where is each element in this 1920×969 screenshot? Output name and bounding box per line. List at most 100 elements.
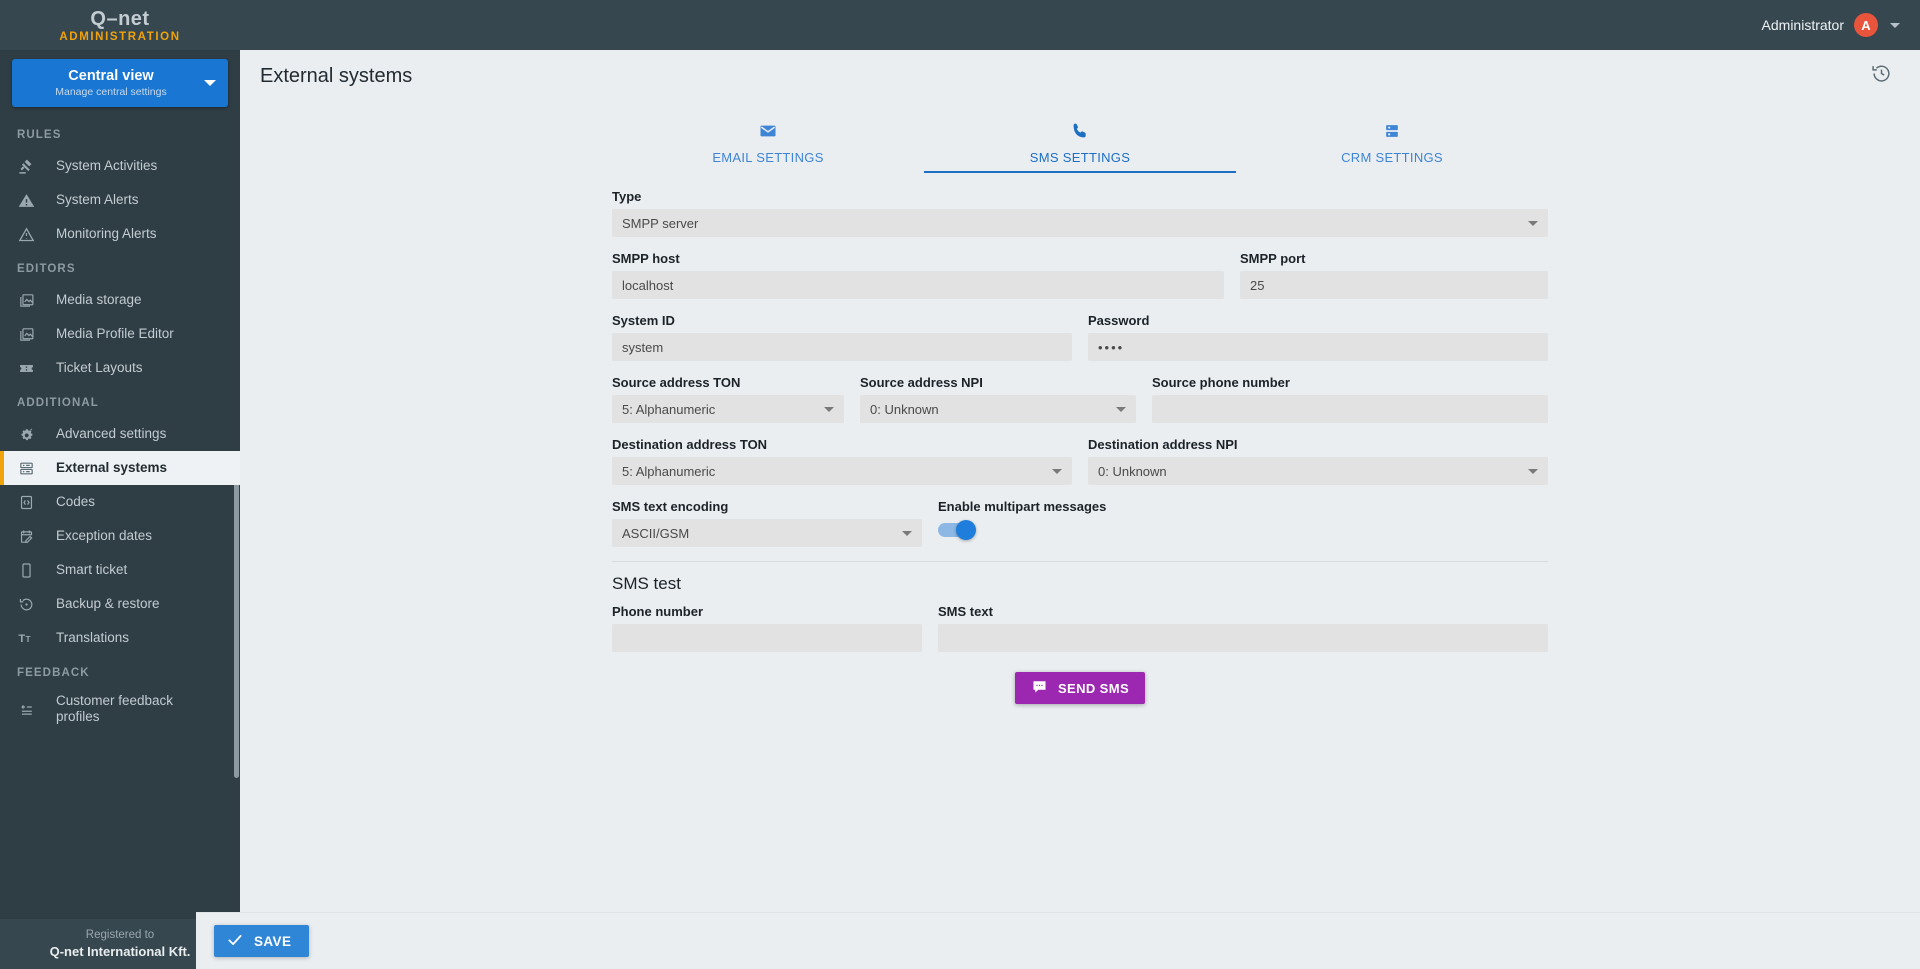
smpp-port-value: 25: [1250, 277, 1265, 293]
central-view-selector[interactable]: Central view Manage central settings: [12, 59, 228, 107]
sidebar-item-system-activities[interactable]: System Activities: [0, 149, 240, 183]
warning-triangle-icon: [18, 192, 50, 209]
phone-number-label: Phone number: [612, 604, 704, 619]
svg-text:T: T: [26, 635, 31, 644]
sidebar-item-codes[interactable]: Codes: [0, 485, 240, 519]
footer-bar: SAVE: [196, 912, 1920, 969]
sidebar-item-translations[interactable]: TT Translations: [0, 621, 240, 655]
main-area: Administrator A External systems EMAIL S…: [240, 0, 1920, 969]
password-value: ••••: [1098, 339, 1125, 355]
page-header: External systems: [240, 50, 1920, 102]
sidebar-item-media-profile-editor[interactable]: Media Profile Editor: [0, 317, 240, 351]
server-rack-icon: [1382, 120, 1402, 142]
password-input[interactable]: ••••: [1088, 333, 1548, 361]
sms-text-label: SMS text: [938, 604, 993, 619]
multipart-label: Enable multipart messages: [938, 499, 1107, 514]
sidebar-item-media-storage[interactable]: Media storage: [0, 283, 240, 317]
sidebar-item-backup-restore[interactable]: Backup & restore: [0, 587, 240, 621]
sidebar-item-label: Exception dates: [56, 528, 153, 543]
topbar: Administrator A: [240, 0, 1920, 50]
phone-icon: [1070, 120, 1090, 142]
sidebar-item-advanced-settings[interactable]: Advanced settings: [0, 417, 240, 451]
source-address-npi-select[interactable]: 0: Unknown: [860, 395, 1136, 423]
system-id-input[interactable]: system: [612, 333, 1072, 361]
destination-address-npi-select[interactable]: 0: Unknown: [1088, 457, 1548, 485]
smpp-host-value: localhost: [622, 277, 674, 293]
tab-label: EMAIL SETTINGS: [712, 150, 824, 165]
password-label: Password: [1088, 313, 1150, 328]
dest-npi-value: 0: Unknown: [1098, 463, 1167, 479]
tab-crm-settings[interactable]: CRM SETTINGS: [1236, 108, 1548, 173]
user-name: Administrator: [1761, 17, 1844, 33]
brand-header: Q–net ADMINISTRATION: [0, 0, 240, 50]
mobile-phone-icon: [18, 562, 50, 579]
sms-settings-form: Type SMPP server SMPP host localhost SMP…: [612, 189, 1548, 704]
save-label: SAVE: [254, 933, 292, 949]
gavel-icon: [18, 158, 50, 175]
sidebar-item-label: Backup & restore: [56, 596, 160, 611]
content-area: EMAIL SETTINGS SMS SETTINGS CRM SETTINGS: [240, 102, 1920, 969]
sidebar-item-label: System Alerts: [56, 192, 139, 207]
sidebar-item-customer-feedback-profiles[interactable]: Customer feedback profiles: [0, 687, 240, 731]
system-id-value: system: [622, 339, 664, 355]
source-phone-number-input[interactable]: [1152, 395, 1548, 423]
tab-label: CRM SETTINGS: [1341, 150, 1443, 165]
smpp-port-input[interactable]: 25: [1240, 271, 1548, 299]
sidebar-item-external-systems[interactable]: External systems: [0, 451, 240, 485]
type-value: SMPP server: [622, 215, 699, 231]
sms-encoding-value: ASCII/GSM: [622, 525, 690, 541]
smpp-port-label: SMPP port: [1240, 251, 1306, 266]
sidebar-item-smart-ticket[interactable]: Smart ticket: [0, 553, 240, 587]
sidebar-item-label: Ticket Layouts: [56, 360, 143, 375]
save-button[interactable]: SAVE: [214, 925, 310, 957]
app-root: Q–net ADMINISTRATION Central view Manage…: [0, 0, 1920, 969]
type-label: Type: [612, 189, 642, 204]
central-view-title: Central view: [68, 67, 154, 84]
settings-tabs: EMAIL SETTINGS SMS SETTINGS CRM SETTINGS: [612, 102, 1548, 173]
test-phone-number-input[interactable]: [612, 624, 922, 652]
sms-text-encoding-select[interactable]: ASCII/GSM: [612, 519, 922, 547]
test-sms-text-input[interactable]: [938, 624, 1548, 652]
tab-sms-settings[interactable]: SMS SETTINGS: [924, 108, 1236, 173]
sidebar-item-label: System Activities: [56, 158, 158, 173]
sidebar-item-label: Media Profile Editor: [56, 326, 174, 341]
sidebar-group-rules: RULES: [17, 129, 62, 141]
sidebar-item-label: Codes: [56, 494, 96, 509]
server-icon: [18, 460, 50, 477]
dest-ton-label: Destination address TON: [612, 437, 768, 452]
sidebar-item-ticket-layouts[interactable]: Ticket Layouts: [0, 351, 240, 385]
system-id-label: System ID: [612, 313, 675, 328]
sidebar-item-label: Media storage: [56, 292, 142, 307]
sidebar-item-monitoring-alerts[interactable]: Monitoring Alerts: [0, 217, 240, 251]
ticket-icon: [18, 360, 50, 377]
tab-email-settings[interactable]: EMAIL SETTINGS: [612, 108, 924, 173]
type-select[interactable]: SMPP server: [612, 209, 1548, 237]
smpp-host-label: SMPP host: [612, 251, 680, 266]
brand-subtitle: ADMINISTRATION: [59, 30, 181, 43]
source-npi-value: 0: Unknown: [870, 401, 939, 417]
source-ton-value: 5: Alphanumeric: [622, 401, 716, 417]
page-title: External systems: [260, 64, 413, 87]
sidebar-item-label: Smart ticket: [56, 562, 128, 577]
destination-address-ton-select[interactable]: 5: Alphanumeric: [612, 457, 1072, 485]
restore-icon: [18, 596, 50, 613]
code-brackets-icon: [18, 494, 50, 511]
source-npi-label: Source address NPI: [860, 375, 983, 390]
section-divider: [612, 561, 1548, 562]
source-address-ton-select[interactable]: 5: Alphanumeric: [612, 395, 844, 423]
sidebar-item-label: Customer feedback profiles: [56, 693, 174, 724]
send-sms-button[interactable]: SEND SMS: [1014, 672, 1146, 704]
toggle-knob: [956, 520, 976, 540]
check-icon: [226, 931, 244, 952]
sidebar-item-exception-dates[interactable]: Exception dates: [0, 519, 240, 553]
enable-multipart-toggle[interactable]: [938, 520, 976, 540]
chevron-down-icon: [1890, 22, 1900, 28]
sidebar-item-label: Translations: [56, 630, 130, 645]
history-restore-button[interactable]: [1864, 59, 1898, 93]
sidebar-item-system-alerts[interactable]: System Alerts: [0, 183, 240, 217]
chat-bubble-icon: [1031, 678, 1048, 698]
sidebar-item-label: Advanced settings: [56, 426, 167, 441]
sidebar-group-additional: ADDITIONAL: [17, 397, 99, 409]
smpp-host-input[interactable]: localhost: [612, 271, 1224, 299]
user-menu[interactable]: Administrator A: [1762, 13, 1900, 37]
